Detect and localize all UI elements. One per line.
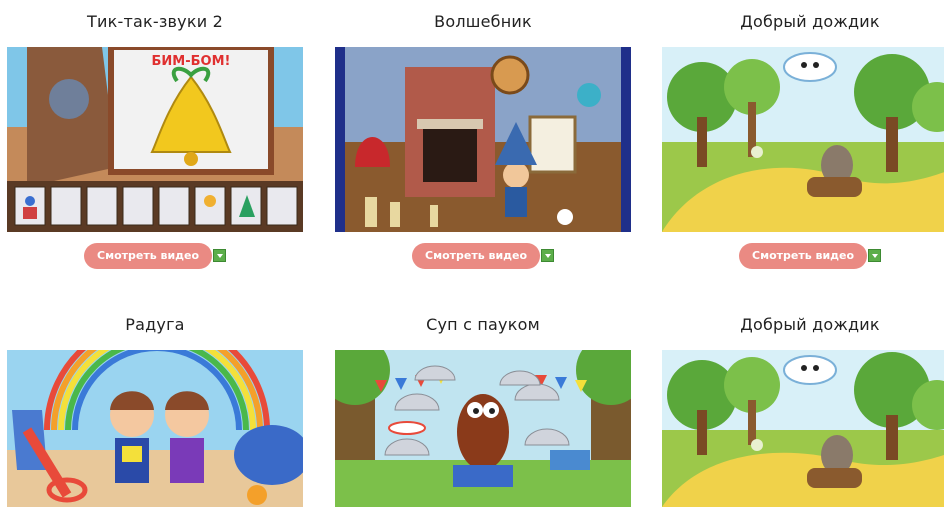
video-thumbnail[interactable] (662, 47, 944, 232)
video-thumbnail[interactable] (7, 350, 303, 507)
video-title: Волшебник (434, 12, 532, 31)
watch-video-button[interactable]: Смотреть видео (84, 243, 213, 269)
download-icon[interactable] (541, 249, 554, 262)
watch-video-button[interactable]: Смотреть видео (412, 243, 541, 269)
video-thumbnail[interactable] (335, 47, 631, 232)
video-title: Тик-так-звуки 2 (87, 12, 223, 31)
video-card: Радуга (7, 303, 303, 507)
watch-video-button[interactable]: Смотреть видео (739, 243, 868, 269)
download-icon[interactable] (868, 249, 881, 262)
video-card: Волшебник Смотреть видео (335, 0, 631, 280)
video-title: Суп с пауком (426, 315, 540, 334)
video-title: Добрый дождик (740, 315, 880, 334)
video-title: Добрый дождик (740, 12, 880, 31)
sign-text: БИМ-БОМ! (152, 54, 231, 69)
video-card: Тик-так-звуки 2 БИМ-БОМ! Смотреть видео (7, 0, 303, 280)
video-card: Добрый дождик Смотреть видео (662, 0, 944, 280)
video-thumbnail[interactable]: БИМ-БОМ! (7, 47, 303, 232)
video-card: Суп с пауком (335, 303, 631, 507)
video-grid: Тик-так-звуки 2 БИМ-БОМ! Смотреть видео … (0, 0, 944, 507)
video-thumbnail[interactable] (662, 350, 944, 507)
download-icon[interactable] (213, 249, 226, 262)
video-thumbnail[interactable] (335, 350, 631, 507)
video-card: Добрый дождик (662, 303, 944, 507)
video-title: Радуга (125, 315, 185, 334)
